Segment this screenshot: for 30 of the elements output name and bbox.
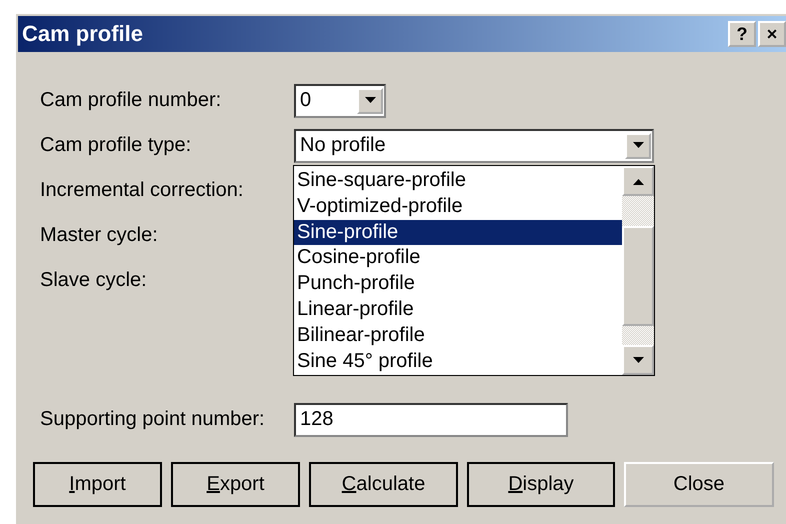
dropdown-option[interactable]: V-optimized-profile: [294, 194, 622, 220]
dialog-button[interactable]: Export: [171, 462, 300, 507]
field-label: Cam profile type:: [40, 134, 192, 157]
dropdown-option[interactable]: Sine-square-profile: [294, 168, 622, 194]
scrollbar[interactable]: [622, 166, 654, 375]
dialog-button[interactable]: Import: [33, 462, 162, 507]
field-label: Incremental correction:: [40, 179, 244, 202]
field-label: Supporting point number:: [40, 408, 266, 431]
scroll-down-icon: [632, 356, 644, 364]
dialog-button[interactable]: Calculate: [309, 462, 458, 507]
dropdown-arrow-icon: [364, 97, 376, 104]
dropdown-arrow-icon: [632, 142, 644, 149]
dropdown-option[interactable]: Cosine-profile: [294, 245, 622, 272]
profile-number-dropdown[interactable]: 0: [294, 84, 386, 118]
field-label: Master cycle:: [40, 224, 159, 247]
profile-type-dropdown[interactable]: No profile: [294, 128, 654, 162]
field-label: Slave cycle:: [40, 269, 148, 292]
dropdown-option[interactable]: Sine 45° profile: [294, 348, 622, 374]
dropdown-option[interactable]: Bilinear-profile: [294, 322, 622, 349]
input-field[interactable]: 128: [294, 402, 568, 436]
help-button[interactable]: ?: [728, 21, 756, 47]
window-title: Cam profile: [22, 21, 144, 47]
dropdown-option[interactable]: Sine-profile: [294, 220, 622, 246]
field-label: Cam profile number:: [40, 89, 222, 112]
dialog-button[interactable]: Display: [467, 462, 615, 507]
dropdown-option[interactable]: Punch-profile: [294, 271, 622, 297]
dialog-button[interactable]: Close: [624, 462, 774, 507]
scroll-up-icon: [632, 178, 644, 184]
dropdown-option[interactable]: Linear-profile: [294, 296, 622, 323]
close-button[interactable]: ×: [758, 21, 786, 47]
